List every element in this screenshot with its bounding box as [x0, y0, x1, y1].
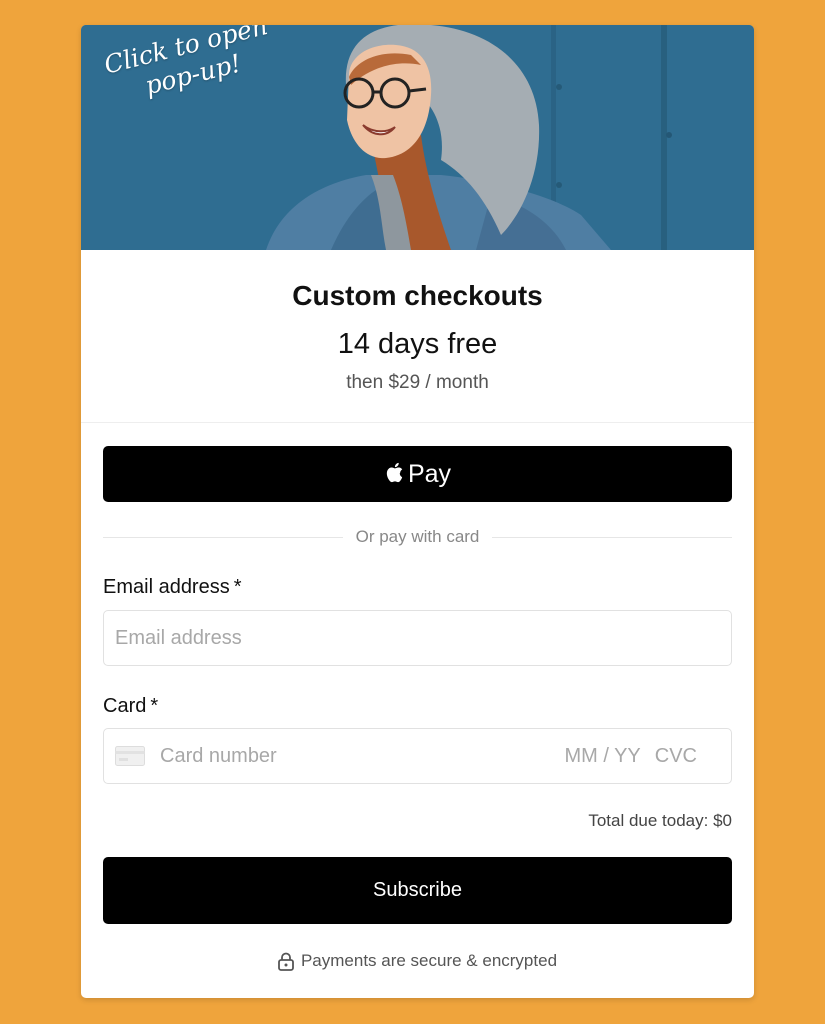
card-label-text: Card [103, 695, 147, 717]
email-field[interactable]: Email address [103, 610, 732, 666]
card-label: Card * [103, 695, 158, 718]
apple-logo-icon [386, 462, 403, 482]
secure-note: Payments are secure & encrypted [81, 951, 754, 971]
apple-pay-button[interactable]: Pay [103, 446, 732, 502]
card-cvc-input[interactable]: CVC [655, 745, 697, 768]
subscribe-button[interactable]: Subscribe [103, 857, 732, 924]
lock-icon [278, 952, 294, 971]
card-expiry-input[interactable]: MM / YY [564, 745, 640, 768]
secure-text: Payments are secure & encrypted [300, 951, 558, 970]
card-field[interactable]: Card number MM / YY CVC [103, 728, 732, 784]
hero-banner[interactable]: Click to open pop-up! [81, 25, 754, 250]
apple-pay-label: Pay [407, 459, 452, 488]
divider-text: Or pay with card [355, 527, 480, 546]
price-interval: then $29 / month [346, 372, 489, 393]
pay-with-card-divider: Or pay with card [103, 527, 733, 547]
required-mark: * [150, 695, 159, 717]
total-due: Total due today: $0 [588, 811, 732, 830]
card-number-input[interactable]: Card number [160, 745, 564, 768]
email-label-text: Email address [103, 576, 230, 598]
divider-line-left [103, 536, 343, 538]
email-label: Email address * [103, 576, 242, 599]
credit-card-icon [115, 746, 145, 766]
product-title: Custom checkouts [292, 280, 543, 311]
checkout-card: Click to open pop-up! Custom checkouts 1… [81, 25, 754, 998]
required-mark: * [233, 576, 242, 598]
email-placeholder: Email address [115, 626, 242, 649]
trial-text: 14 days free [337, 328, 498, 360]
divider-line-right [492, 536, 733, 538]
section-divider [81, 422, 754, 423]
